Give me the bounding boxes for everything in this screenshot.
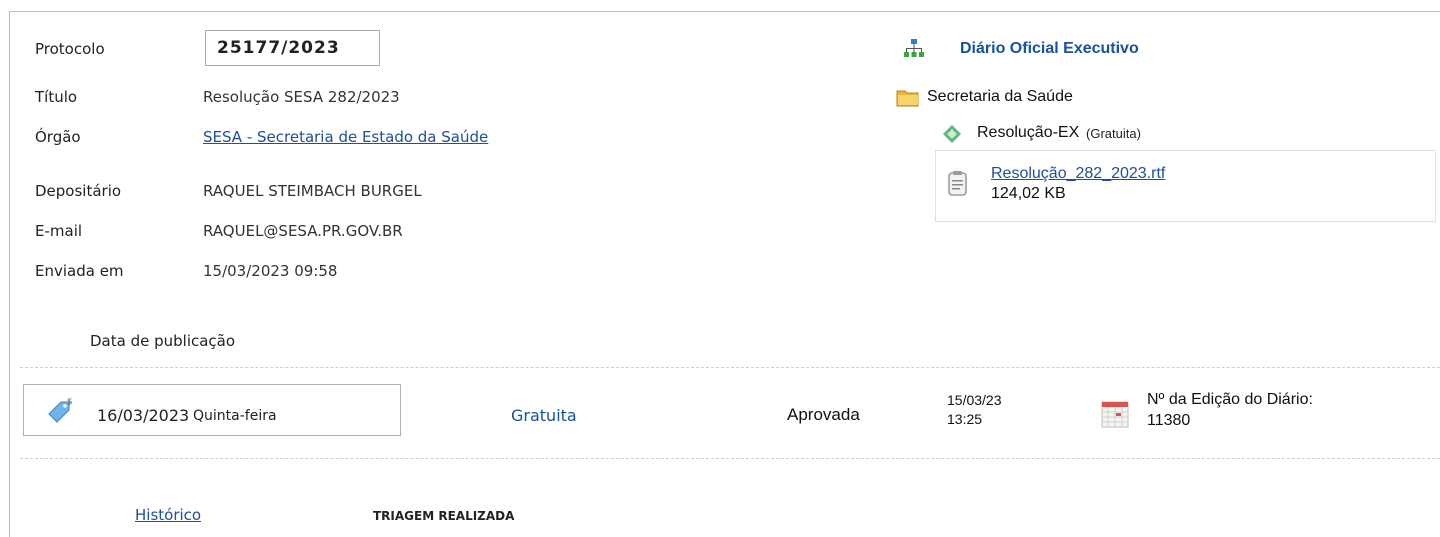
file-size: 124,02 KB bbox=[991, 185, 1066, 202]
depositario-value: RAQUEL STEIMBACH BURGEL bbox=[203, 182, 422, 200]
publication-status: Aprovada bbox=[787, 405, 860, 424]
divider-top bbox=[20, 367, 1440, 368]
approved-time: 13:25 bbox=[947, 411, 983, 427]
tree-type-label[interactable]: Resolução-EX bbox=[977, 124, 1079, 142]
file-link[interactable]: Resolução_282_2023.rtf bbox=[991, 165, 1165, 183]
orgao-link[interactable]: SESA - Secretaria de Estado da Saúde bbox=[203, 128, 488, 146]
publication-section-label: Data de publicação bbox=[90, 332, 236, 350]
tree-root-label[interactable]: Diário Oficial Executivo bbox=[960, 40, 1139, 58]
document-icon bbox=[947, 170, 969, 198]
history-link[interactable]: Histórico bbox=[135, 506, 201, 524]
edition-label: Nº da Edição do Diário: bbox=[1147, 391, 1313, 408]
diamond-arrows-icon bbox=[942, 124, 962, 144]
publication-weekday: Quinta-feira bbox=[193, 408, 277, 424]
protocolo-value: 25177/2023 bbox=[205, 30, 380, 66]
depositario-label: Depositário bbox=[35, 182, 122, 200]
protocolo-label: Protocolo bbox=[35, 40, 105, 58]
folder-icon bbox=[896, 88, 920, 108]
email-label: E-mail bbox=[35, 222, 83, 240]
titulo-label: Título bbox=[35, 88, 78, 106]
publication-cost: Gratuita bbox=[511, 406, 577, 425]
email-value: RAQUEL@SESA.PR.GOV.BR bbox=[203, 222, 403, 240]
enviada-label: Enviada em bbox=[35, 262, 124, 280]
tree-type-note: (Gratuita) bbox=[1086, 126, 1141, 141]
tree-folder-label[interactable]: Secretaria da Saúde bbox=[927, 88, 1073, 106]
titulo-value: Resolução SESA 282/2023 bbox=[203, 88, 400, 106]
history-status: TRIAGEM REALIZADA bbox=[373, 509, 515, 523]
approved-date: 15/03/23 bbox=[947, 392, 1002, 408]
sitemap-icon bbox=[903, 38, 925, 60]
price-tag-icon: $ bbox=[45, 397, 75, 426]
svg-text:$: $ bbox=[67, 398, 73, 407]
publication-date: 16/03/2023 bbox=[97, 406, 190, 425]
edition-number: 11380 bbox=[1147, 412, 1191, 429]
orgao-label: Órgão bbox=[35, 128, 81, 146]
divider-bottom bbox=[20, 458, 1440, 459]
calendar-icon bbox=[1101, 400, 1129, 428]
enviada-value: 15/03/2023 09:58 bbox=[203, 262, 338, 280]
